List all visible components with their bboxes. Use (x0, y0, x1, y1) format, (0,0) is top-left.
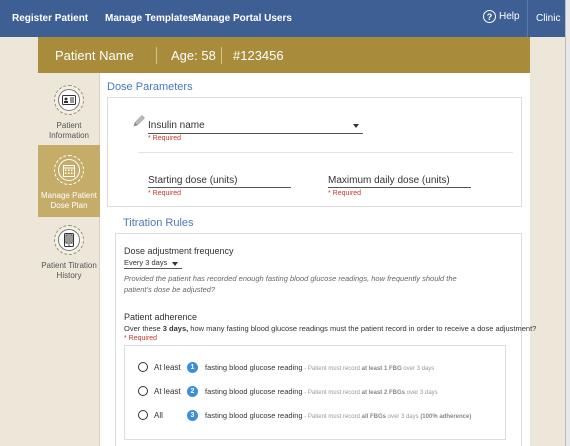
chevron-down-icon[interactable] (353, 124, 359, 128)
sidebar-label: Manage Patient (40, 191, 98, 200)
calendar-icon (54, 155, 84, 185)
patient-header: Patient Name Age: 58 #123456 (38, 37, 530, 73)
nav-register-patient[interactable]: Register Patient (12, 13, 88, 24)
dose-parameters-title: Dose Parameters (107, 81, 193, 93)
insulin-underline (148, 133, 363, 134)
count-badge: 3 (187, 410, 198, 421)
patient-name: Patient Name (55, 48, 134, 63)
radio-option-1[interactable] (138, 362, 148, 372)
help-label: Help (499, 11, 520, 22)
help-link[interactable]: ? Help (483, 10, 520, 23)
divider (221, 47, 222, 64)
left-margin (0, 37, 38, 446)
radio-option-2[interactable] (138, 386, 148, 396)
count-badge: 2 (187, 386, 198, 397)
divider (156, 47, 157, 64)
option-label: At least (154, 363, 181, 372)
titration-rules-title: Titration Rules (123, 217, 194, 229)
adherence-options: At least 1 fasting blood glucose reading… (124, 345, 506, 440)
right-margin (530, 37, 570, 446)
count-badge: 1 (187, 362, 198, 373)
dose-parameters-panel: Insulin name * Required Starting dose (u… (107, 97, 522, 207)
window-scrollbar[interactable] (565, 0, 570, 446)
option-text: fasting blood glucose reading - Patient … (205, 363, 435, 372)
adherence-label: Patient adherence (124, 312, 198, 322)
frequency-select[interactable]: Every 3 days (124, 258, 182, 269)
nav-manage-portal-users[interactable]: Manage Portal Users (193, 13, 292, 24)
frequency-label: Dose adjustment frequency (124, 246, 234, 256)
sidebar-label: History (56, 271, 82, 280)
pencil-icon (133, 115, 145, 127)
max-underline (328, 187, 471, 188)
insulin-required: * Required (148, 135, 182, 142)
frequency-value: Every 3 days (124, 258, 168, 267)
sidebar-label: Patient Titration (41, 261, 97, 270)
phone-history-icon (54, 225, 84, 255)
starting-required: * Required (148, 190, 182, 197)
option-label: All (154, 411, 163, 420)
frequency-help: patient's dose be adjusted? (124, 285, 216, 294)
nav-clinic[interactable]: Clinic (536, 13, 560, 24)
starting-dose-input[interactable]: Starting dose (units) (148, 175, 238, 186)
sidebar-item-titration-history[interactable]: Patient Titration History (38, 225, 100, 297)
max-required: * Required (328, 190, 362, 197)
option-text: fasting blood glucose reading - Patient … (205, 387, 438, 396)
nav-manage-templates[interactable]: Manage Templates (105, 13, 194, 24)
chevron-down-icon (172, 262, 178, 266)
id-card-icon (54, 85, 84, 115)
starting-underline (148, 187, 291, 188)
patient-age: Age: 58 (171, 48, 216, 63)
nav-divider (527, 0, 528, 37)
insulin-name-input[interactable]: Insulin name (148, 120, 205, 131)
adherence-required: * Required (124, 335, 158, 342)
sidebar-label: Dose Plan (50, 201, 88, 210)
titration-rules-panel: Dose adjustment frequency Every 3 days P… (115, 233, 536, 446)
option-label: At least (154, 387, 181, 396)
radio-option-3[interactable] (138, 410, 148, 420)
adherence-description: Over these 3 days, how many fasting bloo… (124, 324, 537, 333)
sidebar-label: Information (48, 131, 90, 140)
sidebar-item-patient-information[interactable]: Patient Information (38, 85, 100, 147)
help-icon: ? (483, 10, 496, 23)
option-text: fasting blood glucose reading - Patient … (205, 411, 472, 420)
sidebar-item-manage-dose-plan[interactable]: Manage Patient Dose Plan (38, 145, 100, 217)
sidebar-label: Patient (56, 121, 82, 130)
max-dose-input[interactable]: Maximum daily dose (units) (328, 175, 450, 186)
patient-id: #123456 (233, 48, 284, 63)
main-content: Dose Parameters Insulin name * Required … (100, 73, 536, 446)
divider (138, 152, 513, 153)
frequency-help: Provided the patient has recorded enough… (124, 274, 457, 283)
side-nav: Patient Information Manage Patient Dose … (38, 73, 100, 446)
top-nav: Register Patient Manage Templates Manage… (0, 0, 570, 37)
